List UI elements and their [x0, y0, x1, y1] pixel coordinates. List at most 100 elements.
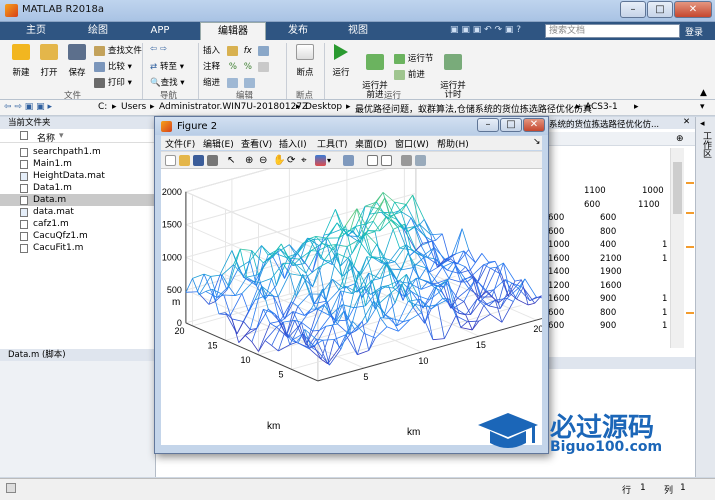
warning-marker[interactable]: [686, 182, 694, 184]
find-files-icon: [94, 45, 105, 56]
figure-canvas[interactable]: 2000 1500 1000 500 0 5 10 15 20 20 15 10 5 m km km: [161, 127, 549, 445]
path-seg-drive[interactable]: C:: [98, 102, 107, 112]
save-button[interactable]: 保存: [66, 44, 88, 78]
editor-scrollbar[interactable]: [670, 148, 684, 348]
run-button[interactable]: 运行: [330, 44, 352, 78]
print-icon[interactable]: [207, 155, 218, 166]
path-seg-admin[interactable]: Administrator.WIN7U-20180127Z: [159, 102, 308, 112]
new-button[interactable]: 新建: [10, 44, 32, 78]
list-item[interactable]: cafz1.m: [0, 218, 156, 230]
legend-icon[interactable]: [381, 155, 392, 166]
editor-code[interactable]: 1100 1000 600 1100 600 600 600 800 1000 400 1 1600 2…: [548, 186, 670, 346]
goto-button[interactable]: ⇄ 转至 ▾: [150, 60, 184, 72]
code-number: 1: [662, 253, 668, 264]
colorbar-icon[interactable]: [367, 155, 378, 166]
path-seg-desktop[interactable]: Desktop: [305, 102, 342, 112]
close-panel-icon[interactable]: ✕: [683, 117, 690, 127]
scrollbar-thumb[interactable]: [673, 162, 682, 214]
maximize-button[interactable]: □: [647, 1, 673, 18]
menu-edit[interactable]: 编辑(E): [203, 137, 234, 150]
surface-plot[interactable]: 200015001000500051015202015105mkmkm: [161, 127, 549, 445]
indent-button[interactable]: 缩进: [203, 76, 255, 88]
figure-close-button[interactable]: ✕: [523, 118, 545, 132]
new-figure-icon[interactable]: [165, 155, 176, 166]
workspace-label[interactable]: 工作区: [701, 131, 711, 158]
list-item[interactable]: Data1.m: [0, 182, 156, 194]
back-forward-buttons[interactable]: ⇦ ⇨: [150, 44, 167, 54]
breakpoint-icon: [296, 44, 314, 60]
compare-button[interactable]: 比较 ▾: [94, 60, 132, 72]
tab-editor[interactable]: 编辑器: [200, 22, 266, 40]
list-item[interactable]: HeightData.mat: [0, 170, 156, 182]
list-item[interactable]: searchpath1.m: [0, 146, 156, 158]
file-type-icon: [20, 131, 28, 140]
warning-marker[interactable]: [686, 312, 694, 314]
open-icon[interactable]: [179, 155, 190, 166]
breakpoints-button[interactable]: 断点: [292, 44, 318, 78]
figure-window: Figure 2 – □ ✕ 文件(F) 编辑(E) 查看(V) 插入(I) 工…: [154, 116, 549, 454]
list-item[interactable]: CacuQfz1.m: [0, 230, 156, 242]
find-files-button[interactable]: 查找文件: [94, 44, 142, 56]
find-button[interactable]: 🔍查找 ▾: [150, 76, 185, 88]
editor-tab[interactable]: 系统的货位拣选路径优化仿...: [549, 118, 659, 130]
show-plot-tools-icon[interactable]: [415, 155, 426, 166]
zoom-out-icon[interactable]: ⊖: [259, 155, 270, 166]
pan-icon[interactable]: ✋: [273, 155, 285, 166]
mesh-line: [448, 278, 461, 283]
link-plot-icon[interactable]: [343, 155, 354, 166]
menu-insert[interactable]: 插入(I): [279, 137, 307, 150]
zoom-in-icon[interactable]: ⊕: [245, 155, 256, 166]
path-seg-users[interactable]: Users: [121, 102, 146, 112]
menu-tools[interactable]: 工具(T): [317, 137, 348, 150]
hide-plot-tools-icon[interactable]: [401, 155, 412, 166]
warning-marker[interactable]: [686, 212, 694, 214]
data-cursor-icon[interactable]: ⌖: [301, 155, 312, 166]
path-dropdown-icon[interactable]: ▾: [700, 102, 705, 112]
menu-desktop[interactable]: 桌面(D): [355, 137, 387, 150]
menu-help[interactable]: 帮助(H): [437, 137, 469, 150]
login-link[interactable]: 登录: [685, 25, 703, 38]
print-button[interactable]: 打印 ▾: [94, 76, 132, 88]
nav-arrows-icon[interactable]: ⇦ ⇨ ▣ ▣ ▸: [4, 102, 52, 112]
brush-icon[interactable]: [315, 155, 326, 166]
collapse-ribbon-icon[interactable]: ▲: [700, 88, 707, 98]
advance-button[interactable]: 前进: [394, 68, 425, 80]
brush-dropdown-icon[interactable]: ▾: [327, 155, 338, 166]
rotate-icon[interactable]: ⟳: [287, 155, 298, 166]
mesh-line: [424, 308, 432, 324]
menu-view[interactable]: 查看(V): [241, 137, 272, 150]
figure-minimize-button[interactable]: –: [477, 118, 499, 132]
collapse-icon[interactable]: ◂: [700, 119, 705, 129]
path-seg-project[interactable]: 最优路径问题，蚁群算法,仓储系统的货位拣选路径优化仿真: [355, 102, 592, 115]
address-bar: ⇦ ⇨ ▣ ▣ ▸ C: ▸ Users ▸ Administrator.WIN…: [0, 100, 715, 116]
insert-button[interactable]: 插入 fx: [203, 44, 269, 56]
tab-home[interactable]: 主页: [10, 22, 62, 40]
minimize-button[interactable]: –: [620, 1, 646, 18]
list-item[interactable]: data.mat: [0, 206, 156, 218]
list-item[interactable]: Main1.m: [0, 158, 156, 170]
path-seg-acs[interactable]: ACS3-1: [585, 102, 618, 112]
mesh-line: [483, 305, 491, 315]
menu-file[interactable]: 文件(F): [165, 137, 195, 150]
list-item-selected[interactable]: Data.m: [0, 194, 156, 206]
z-tick-label: 500: [167, 285, 182, 295]
warning-marker[interactable]: [686, 246, 694, 248]
save-icon[interactable]: [193, 155, 204, 166]
menu-window[interactable]: 窗口(W): [395, 137, 429, 150]
pointer-icon[interactable]: ↖: [227, 155, 238, 166]
close-button[interactable]: ✕: [674, 1, 712, 18]
comment-button[interactable]: 注释 % %: [203, 60, 269, 72]
name-column-header[interactable]: 名称 ▾: [0, 130, 156, 144]
open-button[interactable]: 打开: [38, 44, 60, 78]
menu-dock-icon[interactable]: ↘: [533, 137, 541, 147]
figure-maximize-button[interactable]: □: [500, 118, 522, 132]
run-section-button[interactable]: 运行节: [394, 52, 433, 64]
list-item[interactable]: CacuFit1.m: [0, 242, 156, 254]
tab-publish[interactable]: 发布: [272, 22, 324, 40]
code-number: 600: [600, 213, 617, 223]
search-documentation-input[interactable]: 搜索文档: [545, 24, 680, 38]
tab-view[interactable]: 视图: [332, 22, 384, 40]
mesh-line: [488, 305, 501, 309]
tab-apps[interactable]: APP: [134, 22, 186, 40]
tab-plots[interactable]: 绘图: [72, 22, 124, 40]
